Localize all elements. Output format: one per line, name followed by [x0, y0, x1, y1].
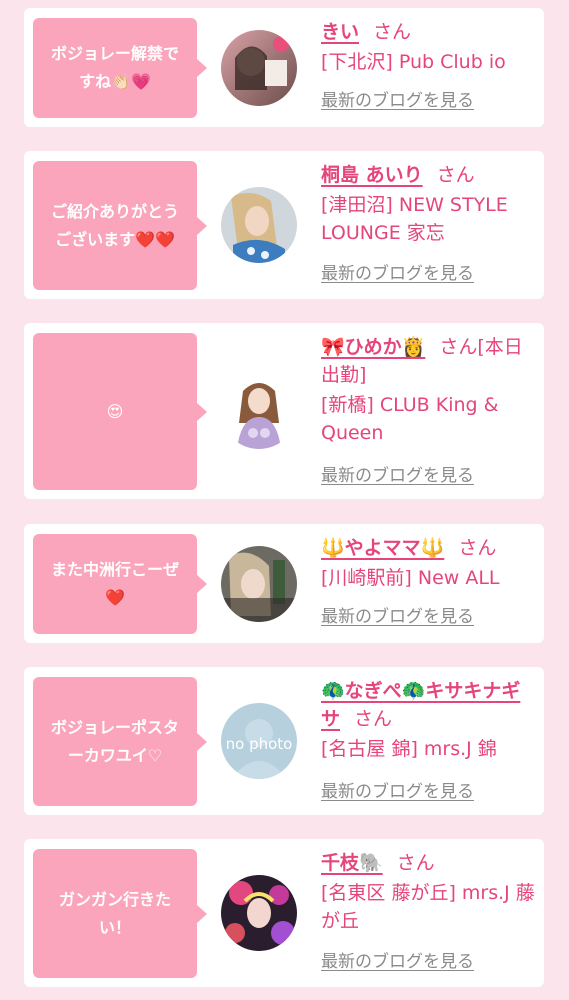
- message-bubble: ボジョレーポスタ ーカワユイ♡: [33, 677, 207, 806]
- message-bubble: ボジョレー解禁で すね👏🏻💗: [33, 18, 207, 118]
- honorific: さん: [396, 852, 435, 874]
- message-line: また中洲行こーぜ: [50, 560, 179, 579]
- message-bubble: ご紹介ありがとう ございます❤️❤️: [33, 161, 207, 290]
- message-line: ご紹介ありがとう: [50, 201, 179, 221]
- avatar[interactable]: [221, 546, 297, 622]
- honorific: さん: [436, 164, 475, 186]
- message-line: 😍: [106, 401, 124, 421]
- message-line: ボジョレーポスタ: [50, 717, 179, 737]
- honorific: さん: [373, 21, 412, 43]
- shop-label: [津田沼] NEW STYLE LOUNGE 家忘: [321, 194, 508, 244]
- shop-label: [川崎駅前] New ALL: [321, 567, 500, 589]
- user-name-link[interactable]: 🎀ひめか👸: [321, 336, 425, 358]
- message-bubble: ガンガン行きた い！: [33, 849, 207, 978]
- avatar[interactable]: [221, 30, 297, 106]
- shop-label: [下北沢] Pub Club io: [321, 51, 506, 73]
- avatar[interactable]: no photo: [221, 703, 297, 779]
- message-line: ございます❤️❤️: [55, 229, 175, 249]
- comment-card: また中洲行こーぜ ❤️ 🔱やよママ🔱 さん [川崎駅前] New ALL 最新のブ…: [24, 524, 544, 643]
- latest-blog-link[interactable]: 最新のブログを見る: [321, 86, 474, 111]
- comment-card: ご紹介ありがとう ございます❤️❤️ 桐島 あいり さん [津田沼] NEW ST…: [24, 151, 544, 299]
- user-name-link[interactable]: 桐島 あいり: [321, 164, 423, 186]
- message-bubble: 😍: [33, 333, 207, 490]
- honorific: さん: [354, 708, 393, 730]
- comment-card: 😍 🎀ひめか👸 さん[本日出勤] [新橋] CLUB King & Queen 最…: [24, 323, 544, 499]
- avatar[interactable]: [221, 187, 297, 263]
- shop-label: [名東区 藤が丘] mrs.J 藤が丘: [321, 882, 535, 932]
- message-line: い！: [98, 917, 131, 937]
- message-line: ガンガン行きた: [58, 889, 171, 909]
- latest-blog-link[interactable]: 最新のブログを見る: [321, 461, 474, 486]
- latest-blog-link[interactable]: 最新のブログを見る: [321, 947, 474, 972]
- user-name-link[interactable]: 千枝🐘: [321, 852, 383, 874]
- latest-blog-link[interactable]: 最新のブログを見る: [321, 777, 474, 802]
- user-name-link[interactable]: 🔱やよママ🔱: [321, 537, 444, 559]
- latest-blog-link[interactable]: 最新のブログを見る: [321, 602, 474, 627]
- message-line: ーカワユイ♡: [67, 745, 163, 765]
- message-line: ❤️: [105, 588, 125, 607]
- comment-card: ボジョレー解禁で すね👏🏻💗 きい さん [下北沢] Pub Club io 最新…: [24, 8, 544, 127]
- user-name-link[interactable]: 🦚なぎぺ🦚キサキナギサ: [321, 680, 520, 730]
- comment-list: ボジョレー解禁で すね👏🏻💗 きい さん [下北沢] Pub Club io 最新…: [0, 0, 569, 1000]
- latest-blog-link[interactable]: 最新のブログを見る: [321, 259, 474, 284]
- message-line: ボジョレー解禁で: [50, 44, 179, 63]
- avatar[interactable]: [221, 875, 297, 951]
- comment-card: ボジョレーポスタ ーカワユイ♡ no photo 🦚なぎぺ🦚キサキナギサ さん […: [24, 667, 544, 815]
- message-line: すね👏🏻💗: [79, 72, 151, 91]
- message-bubble: また中洲行こーぜ ❤️: [33, 534, 207, 634]
- honorific: さん: [458, 537, 497, 559]
- user-name-link[interactable]: きい: [321, 21, 359, 43]
- no-photo-label: no photo: [226, 735, 293, 753]
- comment-card: ガンガン行きた い！ 千枝🐘 さん [名東区 藤が丘] mrs.J 藤が丘 最新の…: [24, 839, 544, 987]
- avatar[interactable]: [221, 373, 297, 449]
- shop-label: [新橋] CLUB King & Queen: [321, 394, 499, 444]
- shop-label: [名古屋 錦] mrs.J 錦: [321, 738, 497, 760]
